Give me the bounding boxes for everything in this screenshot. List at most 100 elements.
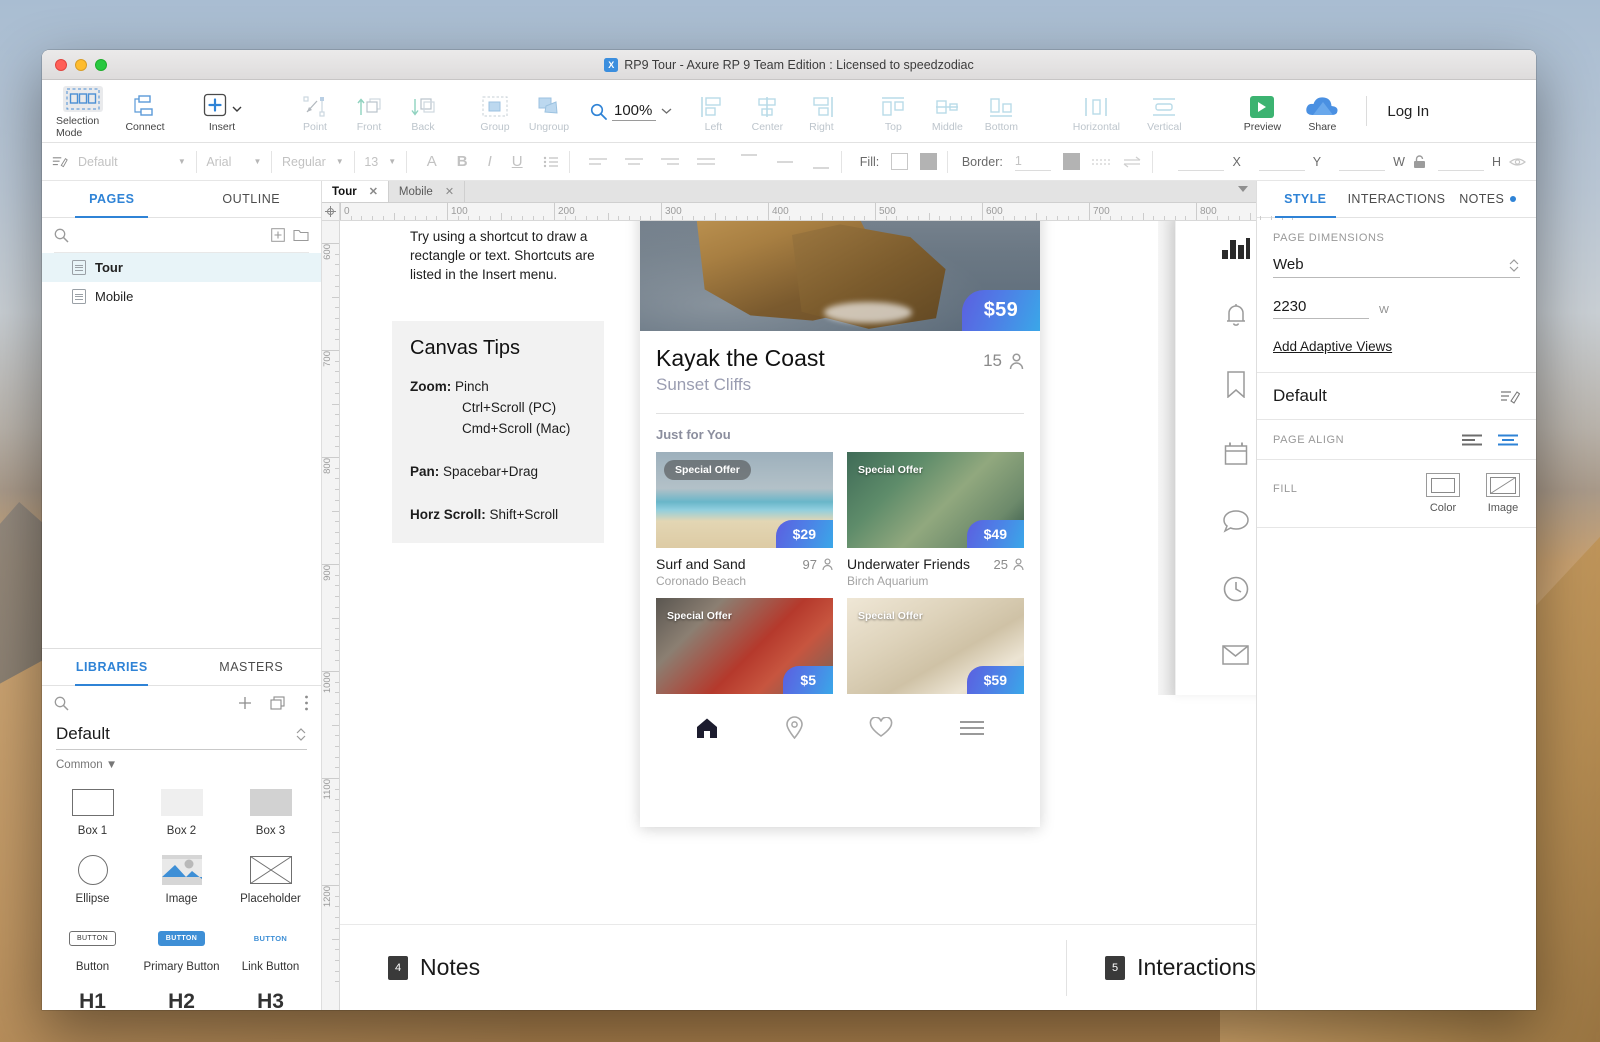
phone-mockup[interactable]: $59 Kayak the Coast 15 Sunset Cliffs Jus… [640, 221, 1040, 827]
add-folder-icon[interactable] [293, 228, 309, 242]
minimize-icon[interactable] [75, 59, 87, 71]
chevron-down-icon[interactable] [1238, 186, 1248, 192]
lock-icon[interactable] [1413, 155, 1426, 169]
w-input[interactable] [1339, 152, 1385, 171]
y-input[interactable] [1259, 152, 1305, 171]
ruler-origin-icon[interactable] [322, 203, 340, 220]
underline-icon[interactable]: U [512, 153, 523, 170]
text-align-justify-icon[interactable] [697, 157, 715, 167]
mail-icon[interactable] [1222, 645, 1249, 665]
toolbar-group[interactable]: Group [468, 90, 522, 133]
list-item[interactable]: Special Offer $5 [656, 598, 833, 694]
font-weight-select[interactable]: Regular ▼ [272, 143, 354, 180]
login-button[interactable]: Log In [1387, 103, 1429, 120]
toolbar-distribute-horizontal[interactable]: Horizontal [1062, 90, 1130, 133]
fill-option-image[interactable]: Image [1486, 473, 1520, 514]
bullet-list-icon[interactable] [543, 156, 559, 168]
search-icon[interactable] [54, 696, 69, 711]
page-align-center-icon[interactable] [1498, 433, 1520, 446]
widget-box2[interactable]: Box 2 [137, 777, 226, 843]
vertical-align-top-icon[interactable] [733, 153, 759, 171]
chat-bubble-icon[interactable] [1223, 509, 1249, 533]
border-style-icon[interactable] [1092, 156, 1110, 168]
h-input[interactable] [1438, 152, 1484, 171]
widget-group-header[interactable]: Common ▼ [42, 750, 321, 775]
widget-link-button[interactable]: BUTTON Link Button [226, 913, 315, 979]
close-icon[interactable]: ✕ [445, 185, 454, 198]
artboard-secondary[interactable] [1175, 221, 1256, 695]
text-align-right-icon[interactable] [661, 157, 679, 167]
widget-ellipse[interactable]: Ellipse [48, 845, 137, 911]
vertical-align-middle-icon[interactable] [777, 153, 795, 171]
tab-notes[interactable]: NOTES [1445, 181, 1530, 217]
duplicate-icon[interactable] [270, 696, 286, 710]
library-select[interactable]: Default [56, 724, 307, 750]
visibility-eye-icon[interactable] [1509, 156, 1526, 168]
hamburger-menu-icon[interactable] [959, 719, 985, 737]
page-item-tour[interactable]: Tour [42, 253, 321, 282]
search-icon[interactable] [54, 228, 69, 243]
toolbar-align-right[interactable]: Right [794, 90, 848, 133]
toolbar-ungroup[interactable]: Ungroup [522, 90, 576, 133]
list-item[interactable]: Special Offer $49 Underwater Friends 25 [847, 452, 1024, 588]
vertical-align-bottom-icon[interactable] [813, 153, 831, 171]
close-icon[interactable] [55, 59, 67, 71]
bookmark-icon[interactable] [1225, 371, 1247, 398]
chevron-down-icon[interactable] [661, 107, 672, 115]
toolbar-preview[interactable]: Preview [1232, 90, 1292, 133]
edit-style-icon[interactable] [1500, 388, 1520, 405]
map-pin-icon[interactable] [785, 716, 804, 739]
font-size-select[interactable]: 13 ▼ [354, 143, 406, 180]
style-select[interactable]: Default ▼ [68, 143, 196, 180]
toolbar-insert[interactable]: Insert [190, 90, 254, 133]
dimension-preset-select[interactable]: Web [1273, 256, 1520, 278]
page-align-left-icon[interactable] [1462, 433, 1484, 446]
toolbar-selection-mode[interactable]: Selection Mode [56, 84, 110, 139]
add-adaptive-views-link[interactable]: Add Adaptive Views [1273, 339, 1520, 354]
text-align-center-icon[interactable] [625, 157, 643, 167]
hero-price-tag[interactable]: $59 [962, 290, 1040, 331]
fill-color-swatch[interactable] [920, 153, 937, 170]
tab-interactions[interactable]: INTERACTIONS [1348, 181, 1446, 217]
notes-marker[interactable]: 4 Notes [340, 954, 480, 981]
calendar-icon[interactable] [1224, 441, 1248, 466]
interactions-marker[interactable]: 5 Interactions [1067, 954, 1256, 981]
fill-none-swatch[interactable] [891, 153, 908, 170]
tab-style[interactable]: STYLE [1263, 181, 1348, 217]
design-canvas[interactable]: Try using a shortcut to draw a rectangle… [340, 221, 1256, 1010]
widget-h1[interactable]: H1 [48, 981, 137, 1010]
window-controls[interactable] [42, 59, 107, 71]
more-options-icon[interactable] [304, 695, 309, 711]
canvas-tab-mobile[interactable]: Mobile ✕ [389, 181, 465, 202]
tab-libraries[interactable]: LIBRARIES [42, 649, 182, 685]
toolbar-align-left[interactable]: Left [686, 90, 740, 133]
page-item-mobile[interactable]: Mobile [42, 282, 321, 311]
list-item[interactable]: Special Offer $59 [847, 598, 1024, 694]
toolbar-front[interactable]: Front [342, 90, 396, 133]
toolbar-align-bottom[interactable]: Bottom [974, 90, 1028, 133]
widget-primary-button[interactable]: BUTTON Primary Button [137, 913, 226, 979]
close-icon[interactable]: ✕ [369, 185, 378, 198]
toolbar-align-center[interactable]: Center [740, 90, 794, 133]
page-style-name[interactable]: Default [1273, 386, 1327, 406]
toolbar-point[interactable]: Point [288, 90, 342, 133]
style-editor-icon[interactable] [42, 143, 68, 180]
widget-placeholder[interactable]: Placeholder [226, 845, 315, 911]
add-library-icon[interactable] [238, 696, 252, 710]
arrow-style-icon[interactable] [1122, 156, 1142, 168]
text-align-left-icon[interactable] [589, 157, 607, 167]
italic-icon[interactable]: I [488, 153, 492, 170]
toolbar-distribute-vertical[interactable]: Vertical [1130, 90, 1198, 133]
border-width-input[interactable]: 1 [1015, 152, 1051, 171]
add-page-icon[interactable] [271, 228, 285, 242]
maximize-icon[interactable] [95, 59, 107, 71]
fill-option-color[interactable]: Color [1426, 473, 1460, 514]
toolbar-back[interactable]: Back [396, 90, 450, 133]
font-color-icon[interactable]: A [427, 153, 437, 170]
bell-icon[interactable] [1224, 302, 1248, 328]
clock-icon[interactable] [1223, 576, 1249, 602]
toolbar-align-top[interactable]: Top [866, 90, 920, 133]
stepper-icon[interactable] [1508, 257, 1520, 273]
list-item[interactable]: Special Offer $29 Surf and Sand 97 [656, 452, 833, 588]
widget-h2[interactable]: H2 [137, 981, 226, 1010]
